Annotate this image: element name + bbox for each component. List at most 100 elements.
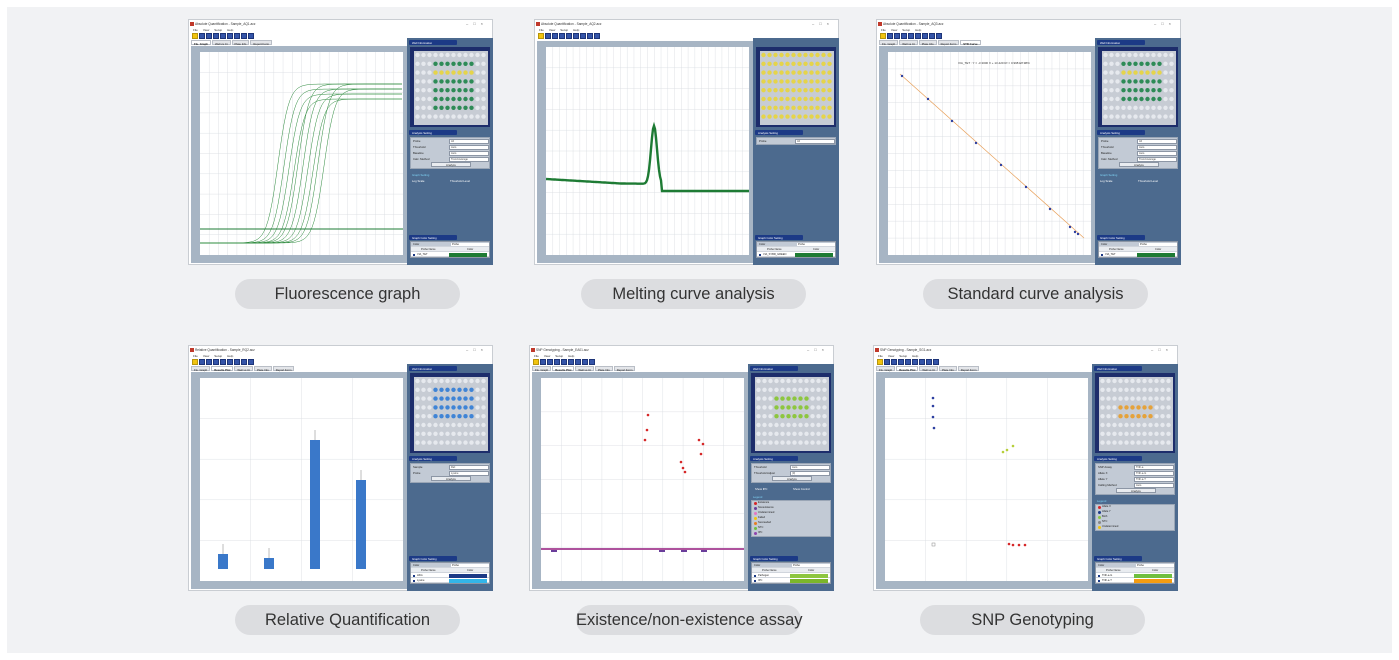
plate-well[interactable] [774, 414, 779, 419]
plate-well[interactable] [815, 105, 820, 110]
plate-well[interactable] [774, 422, 779, 428]
toolbar-tool-icon[interactable] [199, 359, 205, 365]
plate-well[interactable] [815, 52, 820, 58]
plate-well[interactable] [1157, 96, 1162, 102]
existence-point[interactable] [646, 413, 650, 417]
plate-well[interactable] [1109, 96, 1114, 102]
plate-well[interactable] [1106, 378, 1111, 384]
plate-well[interactable] [768, 440, 773, 445]
tab[interactable]: Plate Info [918, 40, 937, 46]
toolbar-tool-icon[interactable] [552, 33, 558, 39]
open-file-icon[interactable] [880, 33, 886, 39]
menu-item[interactable]: File [539, 28, 544, 32]
existence-point[interactable] [701, 442, 705, 446]
plate-well[interactable] [1139, 70, 1144, 75]
plate-well[interactable] [463, 52, 468, 58]
plate-well[interactable] [1109, 79, 1114, 84]
plate-well[interactable] [1103, 105, 1108, 110]
plate-well[interactable] [421, 414, 426, 419]
plate-well[interactable] [415, 378, 420, 384]
plate-well[interactable] [481, 387, 486, 392]
plate-well[interactable] [803, 88, 808, 93]
nonexistence-point[interactable] [681, 550, 687, 552]
both-alleles-point[interactable] [1005, 448, 1009, 452]
plate-well[interactable] [415, 387, 420, 392]
plate-well[interactable] [427, 422, 432, 428]
plate-well[interactable] [469, 114, 474, 119]
plate-well[interactable] [1145, 105, 1150, 110]
probe-color-swatch[interactable] [1134, 578, 1172, 583]
plate-well[interactable] [439, 96, 444, 102]
plate-well[interactable] [1103, 114, 1108, 119]
relative-bar[interactable] [310, 440, 320, 569]
menu-item[interactable]: Setup [899, 354, 907, 358]
plate-well[interactable] [457, 431, 462, 436]
plate-well[interactable] [1145, 52, 1150, 58]
toolbar-tool-icon[interactable] [241, 359, 247, 365]
plate-well[interactable] [475, 96, 480, 102]
setting-select[interactable]: Auto [449, 144, 489, 150]
plate-well[interactable] [821, 61, 826, 66]
plate-well[interactable] [445, 96, 450, 102]
plate-well[interactable] [756, 378, 761, 384]
probe-color-swatch[interactable] [449, 573, 487, 578]
plate-well[interactable] [797, 79, 802, 84]
plate-well[interactable] [1103, 96, 1108, 102]
toolbar-tool-icon[interactable] [884, 359, 890, 365]
plate-well[interactable] [786, 431, 791, 436]
plate-well[interactable] [768, 396, 773, 401]
plate-well[interactable] [1157, 88, 1162, 93]
setting-select[interactable]: Auto [449, 150, 489, 156]
plate-well[interactable] [780, 405, 785, 410]
plate-well[interactable] [1154, 378, 1159, 384]
plate-well[interactable] [803, 114, 808, 119]
plate-well[interactable] [1130, 440, 1135, 445]
plate-well[interactable] [1121, 61, 1126, 66]
plate-well[interactable] [451, 378, 456, 384]
plate-well[interactable] [415, 105, 420, 110]
plate-well[interactable] [761, 88, 766, 93]
plate-well[interactable] [439, 79, 444, 84]
plate-well[interactable] [786, 440, 791, 445]
plate-well[interactable] [1145, 79, 1150, 84]
toolbar-tool-icon[interactable] [227, 359, 233, 365]
well-plate[interactable] [756, 47, 836, 127]
plate-well[interactable] [1100, 440, 1105, 445]
plate-well[interactable] [780, 378, 785, 384]
plate-well[interactable] [1106, 414, 1111, 419]
plate-well[interactable] [475, 79, 480, 84]
plate-well[interactable] [427, 61, 432, 66]
plate-well[interactable] [798, 396, 803, 401]
plate-well[interactable] [463, 88, 468, 93]
plate-well[interactable] [1124, 431, 1129, 436]
plate-well[interactable] [756, 396, 761, 401]
plate-well[interactable] [439, 378, 444, 384]
plate-well[interactable] [451, 52, 456, 58]
plate-well[interactable] [481, 431, 486, 436]
setting-select[interactable]: TNF-a-T [1134, 476, 1174, 482]
toolbar-tool-icon[interactable] [213, 359, 219, 365]
plate-well[interactable] [463, 96, 468, 102]
toolbar-tool-icon[interactable] [898, 359, 904, 365]
existence-point[interactable] [697, 438, 701, 442]
setting-select[interactable]: Trend Average [449, 156, 489, 162]
plate-well[interactable] [421, 88, 426, 93]
plate-well[interactable] [439, 396, 444, 401]
plate-well[interactable] [779, 61, 784, 66]
plate-well[interactable] [457, 61, 462, 66]
plate-well[interactable] [821, 105, 826, 110]
plate-well[interactable] [785, 114, 790, 119]
allele-x-point[interactable] [1017, 543, 1021, 547]
color-mode-select[interactable]: Probe [451, 242, 489, 246]
plate-well[interactable] [768, 405, 773, 410]
plate-well[interactable] [1145, 70, 1150, 75]
plate-well[interactable] [773, 61, 778, 66]
plate-well[interactable] [433, 61, 438, 66]
plate-well[interactable] [1151, 105, 1156, 110]
plate-well[interactable] [1154, 440, 1159, 445]
open-file-icon[interactable] [192, 359, 198, 365]
plate-well[interactable] [822, 440, 827, 445]
plate-well[interactable] [469, 440, 474, 445]
tab[interactable]: Plate Info [253, 366, 272, 372]
tab[interactable]: Report Form [613, 366, 636, 372]
